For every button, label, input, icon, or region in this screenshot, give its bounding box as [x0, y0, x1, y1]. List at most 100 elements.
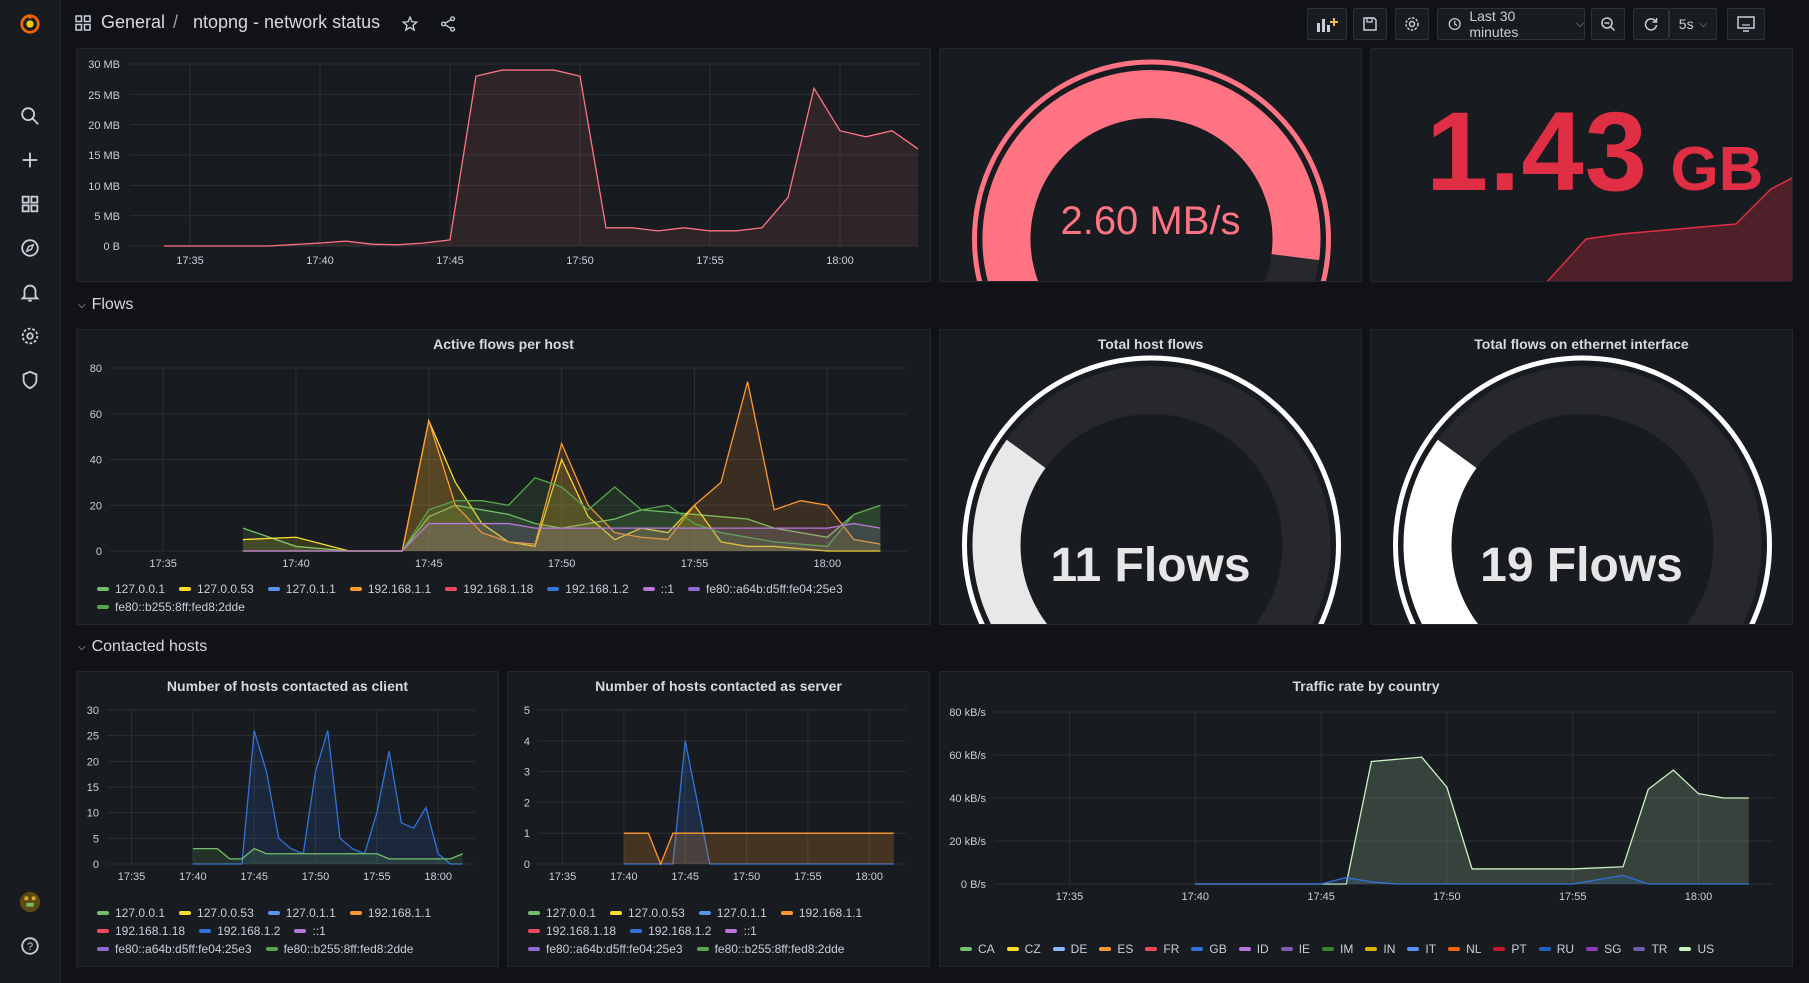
legend-item[interactable]: 127.0.0.53	[179, 906, 254, 920]
legend-swatch	[267, 911, 280, 915]
legend-item[interactable]: NL	[1448, 942, 1481, 956]
legend-item[interactable]: 192.168.1.1	[780, 906, 862, 920]
plus-icon[interactable]	[18, 148, 42, 172]
dashboard-title[interactable]: ntopng - network status	[193, 12, 380, 33]
legend-item[interactable]: 192.168.1.18	[97, 924, 185, 938]
legend-item[interactable]: IN	[1365, 942, 1395, 956]
traffic-rate-gauge	[972, 59, 1331, 281]
star-icon[interactable]	[401, 15, 419, 38]
panel-title: Number of hosts contacted as client	[166, 678, 409, 694]
legend-item[interactable]: TR	[1633, 942, 1667, 956]
legend-item[interactable]: ES	[1099, 942, 1133, 956]
legend-item[interactable]: IE	[1280, 942, 1310, 956]
legend-label: 192.168.1.2	[648, 924, 712, 938]
time-range-picker[interactable]: Last 30 minutes ⌵	[1437, 8, 1585, 40]
grafana-logo-icon[interactable]	[18, 12, 42, 36]
legend-label: 127.0.0.1	[546, 906, 597, 920]
shield-icon[interactable]	[18, 368, 42, 392]
legend-swatch	[97, 929, 109, 933]
legend-item[interactable]: IM	[1322, 942, 1353, 956]
legend-item[interactable]: RU	[1538, 942, 1574, 956]
legend-item[interactable]: 127.0.0.1	[97, 582, 165, 596]
breadcrumb-folder[interactable]: General	[101, 12, 165, 33]
legend-item[interactable]: 127.0.0.1	[528, 906, 596, 920]
legend-swatch	[1280, 947, 1293, 951]
view-mode-button[interactable]	[1727, 8, 1765, 40]
y-tick-label: 20 MB	[88, 120, 120, 132]
legend-item[interactable]: ::1	[642, 582, 674, 596]
legend-item[interactable]: CA	[960, 942, 995, 956]
legend-item[interactable]: 192.168.1.2	[547, 582, 629, 596]
legend-label: 192.168.1.2	[565, 582, 629, 596]
legend-item[interactable]: GB	[1191, 942, 1227, 956]
legend-item[interactable]: IT	[1407, 942, 1436, 956]
hosts-as-client-panel[interactable]: Number of hosts contacted as client 0 5 10…	[76, 671, 499, 967]
legend-item[interactable]: 127.0.0.53	[179, 582, 254, 596]
legend-item[interactable]: 192.168.1.1	[349, 582, 431, 596]
legend-item[interactable]: fe80::b255:8ff:fed8:2dde	[265, 942, 413, 956]
legend-swatch	[1052, 947, 1065, 951]
legend-item[interactable]: CZ	[1006, 942, 1041, 956]
legend-item[interactable]: fe80::b255:8ff:fed8:2dde	[97, 600, 245, 614]
y-tick-label: 80 kB/s	[949, 707, 986, 719]
legend-swatch	[1493, 947, 1506, 951]
total-traffic-stat-panel[interactable]: 1.43 GB	[1370, 48, 1793, 282]
legend-item[interactable]: 127.0.0.53	[610, 906, 685, 920]
x-tick-label: 18:00	[1685, 891, 1713, 903]
traffic-graph-panel[interactable]: 30 MB 25 MB 20 MB 15 MB 10 MB 5 MB 0 B 1…	[76, 48, 931, 282]
refresh-button[interactable]	[1633, 8, 1669, 40]
save-dashboard-button[interactable]	[1353, 8, 1387, 40]
legend-label: fe80::a64b:d5ff:fe04:25e3	[546, 942, 683, 956]
x-tick-label: 17:40	[306, 255, 334, 267]
legend-swatch	[1586, 947, 1599, 951]
legend-item[interactable]: DE	[1052, 942, 1087, 956]
legend-item[interactable]: fe80::a64b:d5ff:fe04:25e3	[97, 942, 252, 956]
share-icon[interactable]	[439, 15, 457, 38]
legend-item[interactable]: PT	[1493, 942, 1527, 956]
refresh-interval-picker[interactable]: 5s ⌵	[1669, 8, 1717, 40]
active-flows-panel[interactable]: Active flows per host 0 20 40 60 80 17:35 17:4…	[76, 329, 931, 625]
legend-item[interactable]: 127.0.1.1	[267, 582, 336, 596]
legend-item[interactable]: fe80::a64b:d5ff:fe04:25e3	[528, 942, 683, 956]
user-avatar[interactable]	[18, 890, 42, 914]
legend-item[interactable]: US	[1679, 942, 1714, 956]
legend-label: fe80::a64b:d5ff:fe04:25e3	[706, 582, 843, 596]
alerting-icon[interactable]	[18, 280, 42, 304]
traffic-by-country-panel[interactable]: Traffic rate by country 0 B/s 20 kB/s 40 k…	[939, 671, 1793, 967]
legend-item[interactable]: 192.168.1.2	[199, 924, 280, 938]
hosts-as-server-panel[interactable]: Number of hosts contacted as server 0 1 2 3…	[507, 671, 930, 967]
dashboard-settings-button[interactable]	[1395, 8, 1429, 40]
legend-item[interactable]: ::1	[294, 924, 326, 938]
legend-item[interactable]: SG	[1586, 942, 1621, 956]
row-contacted-hosts[interactable]: ⌵ Contacted hosts	[78, 638, 207, 656]
add-panel-button[interactable]	[1307, 8, 1347, 40]
legend-item[interactable]: 192.168.1.18	[528, 924, 616, 938]
legend-item[interactable]: 192.168.1.18	[445, 582, 533, 596]
legend-item[interactable]: 192.168.1.1	[349, 906, 431, 920]
y-tick-label: 10	[87, 808, 99, 820]
legend-swatch	[960, 947, 972, 951]
traffic-rate-gauge-panel[interactable]: 2.60 MB/s	[939, 48, 1362, 282]
total-eth-flows-panel[interactable]: Total flows on ethernet interface 19 Flo…	[1370, 329, 1793, 625]
help-icon[interactable]: ?	[18, 934, 42, 958]
search-icon[interactable]	[18, 104, 42, 128]
legend-item[interactable]: 127.0.0.1	[97, 906, 165, 920]
legend-item[interactable]: FR	[1145, 942, 1179, 956]
settings-icon[interactable]	[18, 324, 42, 348]
total-host-flows-panel[interactable]: Total host flows 11 Flows	[939, 329, 1362, 625]
legend-item[interactable]: fe80::a64b:d5ff:fe04:25e3	[688, 582, 843, 596]
explore-icon[interactable]	[18, 236, 42, 260]
legend-item[interactable]: fe80::b255:8ff:fed8:2dde	[696, 942, 844, 956]
legend-item[interactable]: ::1	[725, 924, 757, 938]
y-tick-label: 15	[87, 782, 99, 794]
legend-item[interactable]: 127.0.1.1	[267, 906, 336, 920]
zoom-out-button[interactable]	[1591, 8, 1625, 40]
legend-item[interactable]: 192.168.1.2	[630, 924, 711, 938]
row-flows[interactable]: ⌵ Flows	[78, 296, 133, 314]
y-tick-label: 0	[96, 546, 102, 558]
legend-swatch	[199, 929, 212, 933]
legend-item[interactable]: ID	[1238, 942, 1269, 956]
dashboards-icon[interactable]	[18, 192, 42, 216]
legend-item[interactable]: 127.0.1.1	[698, 906, 767, 920]
y-tick-label: 25	[87, 731, 99, 743]
